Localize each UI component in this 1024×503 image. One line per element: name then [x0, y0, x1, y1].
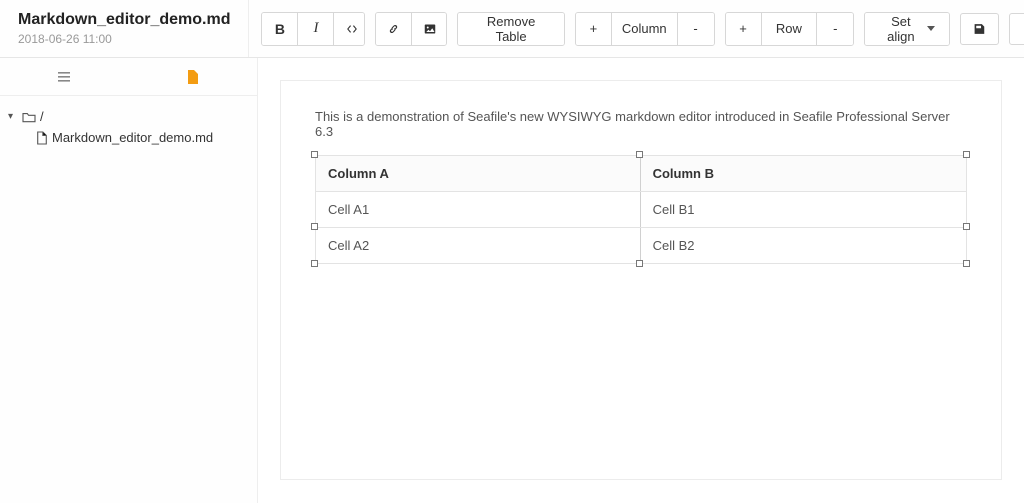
table-cell[interactable]: Cell B2 — [640, 228, 966, 264]
set-align-button[interactable]: Set align — [865, 13, 949, 45]
chevron-down-icon — [927, 26, 935, 31]
bold-icon: B — [275, 21, 285, 37]
link-button[interactable] — [376, 13, 412, 45]
save-button[interactable] — [960, 13, 999, 45]
sidebar-tabs — [0, 58, 257, 96]
topbar: Markdown_editor_demo.md 2018-06-26 11:00… — [0, 0, 1024, 58]
tab-outline[interactable] — [0, 58, 129, 95]
editor-pane: This is a demonstration of Seafile's new… — [258, 58, 1024, 503]
remove-column-button[interactable]: - — [678, 13, 714, 45]
chevron-down-icon: ▾ — [8, 111, 18, 122]
remove-table-button[interactable]: Remove Table — [458, 13, 564, 45]
align-group: Set align — [864, 12, 950, 46]
table-header[interactable]: Column A — [316, 156, 641, 192]
tree-file-label: Markdown_editor_demo.md — [52, 130, 213, 145]
selection-handle[interactable] — [636, 151, 643, 158]
row-group: + Row - — [725, 12, 855, 46]
italic-button[interactable]: I — [298, 13, 334, 45]
main: ▾ / Markdown_editor_demo.md This is a de… — [0, 58, 1024, 503]
demo-table[interactable]: Column A Column B Cell A1 Cell B1 Cell A… — [315, 155, 967, 264]
italic-icon: I — [313, 20, 318, 37]
selection-handle[interactable] — [311, 260, 318, 267]
save-icon — [973, 22, 986, 36]
table-header[interactable]: Column B — [640, 156, 966, 192]
selection-handle[interactable] — [311, 151, 318, 158]
file-tree: ▾ / Markdown_editor_demo.md — [0, 96, 257, 158]
editor-content[interactable]: This is a demonstration of Seafile's new… — [280, 80, 1002, 480]
selection-handle[interactable] — [311, 223, 318, 230]
remove-row-button[interactable]: - — [817, 13, 853, 45]
tree-root[interactable]: ▾ / — [8, 106, 249, 127]
column-group: + Column - — [575, 12, 715, 46]
code-button[interactable] — [334, 13, 364, 45]
file-icon — [185, 69, 201, 85]
image-icon — [424, 22, 436, 36]
table-cell[interactable]: Cell A2 — [316, 228, 641, 264]
row-label-button[interactable]: Row — [762, 13, 818, 45]
toolbar: B I Remove Table + Column - + Row - — [249, 0, 1024, 57]
file-icon — [36, 131, 48, 145]
table-cell[interactable]: Cell B1 — [640, 192, 966, 228]
add-row-button[interactable]: + — [726, 13, 762, 45]
folder-icon — [22, 111, 36, 123]
format-group: B I — [261, 12, 364, 46]
remove-table-group: Remove Table — [457, 12, 565, 46]
table-selection-wrap: Column A Column B Cell A1 Cell B1 Cell A… — [315, 155, 967, 264]
selection-handle[interactable] — [963, 151, 970, 158]
column-label-button[interactable]: Column — [612, 13, 678, 45]
sidebar: ▾ / Markdown_editor_demo.md — [0, 58, 258, 503]
intro-text: This is a demonstration of Seafile's new… — [315, 109, 967, 139]
code-icon — [346, 22, 358, 36]
tab-files[interactable] — [129, 58, 258, 95]
list-icon — [56, 69, 72, 85]
file-title: Markdown_editor_demo.md — [18, 10, 230, 30]
insert-group — [375, 12, 448, 46]
set-align-label: Set align — [879, 14, 922, 44]
more-button[interactable] — [1009, 13, 1024, 45]
bold-button[interactable]: B — [262, 13, 298, 45]
link-icon — [388, 22, 399, 36]
tree-file[interactable]: Markdown_editor_demo.md — [8, 127, 249, 148]
selection-handle[interactable] — [963, 223, 970, 230]
file-title-area: Markdown_editor_demo.md 2018-06-26 11:00 — [0, 0, 249, 57]
file-timestamp: 2018-06-26 11:00 — [18, 32, 230, 46]
image-button[interactable] — [412, 13, 448, 45]
selection-handle[interactable] — [636, 260, 643, 267]
add-column-button[interactable]: + — [576, 13, 612, 45]
selection-handle[interactable] — [963, 260, 970, 267]
tree-root-label: / — [40, 109, 44, 124]
table-cell[interactable]: Cell A1 — [316, 192, 641, 228]
